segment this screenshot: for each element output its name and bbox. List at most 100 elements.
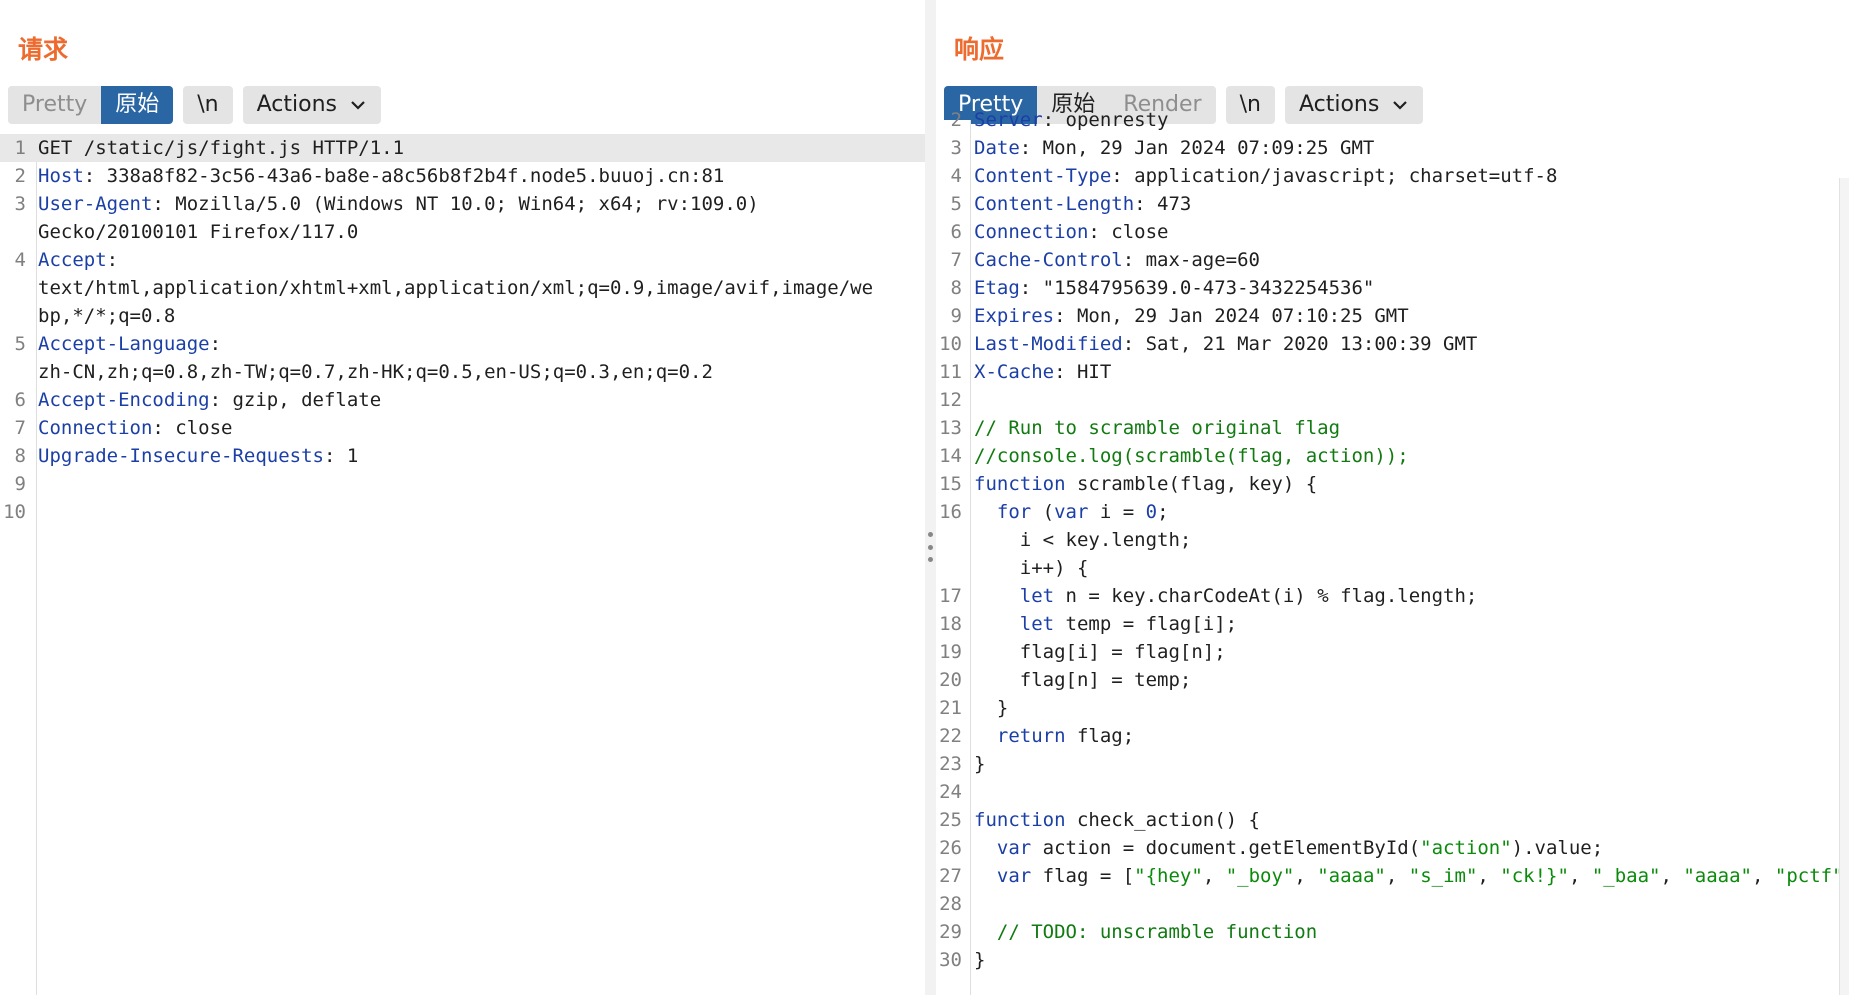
line-number: 21 — [939, 697, 962, 719]
code-token: : close — [1088, 221, 1169, 243]
line-code: //console.log(scramble(flag, action)); — [968, 442, 1409, 470]
line-code: for (var i = 0; — [968, 498, 1169, 526]
code-line: 8 Upgrade-Insecure-Requests: 1 — [0, 442, 925, 470]
line-number: 24 — [939, 781, 962, 803]
pane-splitter[interactable] — [925, 0, 936, 995]
line-code: Content-Type: application/javascript; ch… — [968, 162, 1557, 190]
line-code: flag[i] = flag[n]; — [968, 638, 1226, 666]
line-code: text/html,application/xhtml+xml,applicat… — [32, 274, 873, 302]
code-token: for — [996, 501, 1032, 523]
code-token: , — [1385, 865, 1409, 887]
line-code: X-Cache: HIT — [968, 358, 1111, 386]
code-line: 19 flag[i] = flag[n]; — [936, 638, 1849, 666]
code-token: zh-CN,zh;q=0.8,zh-TW;q=0.7,zh-HK;q=0.5,e… — [38, 361, 713, 383]
code-line: 25 function check_action() { — [936, 806, 1849, 834]
code-token: "{hey" — [1134, 865, 1203, 887]
code-token: flag = [ — [1031, 865, 1135, 887]
code-token: text/html,application/xhtml+xml,applicat… — [38, 277, 874, 299]
code-token: i < key.length; — [974, 529, 1192, 551]
splitter-handle-icon[interactable] — [926, 532, 934, 562]
line-code: return flag; — [968, 722, 1134, 750]
code-line: 3 Date: Mon, 29 Jan 2024 07:09:25 GMT — [936, 134, 1849, 162]
code-token: Server — [974, 109, 1043, 131]
code-token: Accept — [38, 249, 107, 271]
line-code: Last-Modified: Sat, 21 Mar 2020 13:00:39… — [968, 330, 1477, 358]
code-token: let — [1019, 613, 1055, 635]
code-line: 29 // TODO: unscramble function — [936, 918, 1849, 946]
code-line: 10 Last-Modified: Sat, 21 Mar 2020 13:00:… — [936, 330, 1849, 358]
code-token: , — [1202, 865, 1226, 887]
line-number: 26 — [939, 837, 962, 859]
code-token: Connection — [974, 221, 1089, 243]
line-code: Gecko/20100101 Firefox/117.0 — [32, 218, 358, 246]
code-token: , — [1660, 865, 1684, 887]
code-token: Connection — [38, 417, 153, 439]
code-token: ( — [1031, 501, 1055, 523]
code-token: "_boy" — [1225, 865, 1295, 887]
code-line: 20 flag[n] = temp; — [936, 666, 1849, 694]
code-line: 2 Server: openresty — [936, 106, 1849, 134]
code-token: Cache-Control — [974, 249, 1123, 271]
line-code: let n = key.charCodeAt(i) % flag.length; — [968, 582, 1478, 610]
request-actions-button[interactable]: Actions — [242, 86, 381, 124]
request-title: 请求 — [18, 35, 69, 64]
code-token: "pctf" — [1774, 865, 1844, 887]
request-pane: 请求 Pretty 原始 \n Actions 1 GET /static/js/… — [0, 0, 925, 995]
code-token: Etag — [974, 277, 1020, 299]
code-token: Gecko/20100101 Firefox/117.0 — [38, 221, 359, 243]
code-token: : Mon, 29 Jan 2024 07:10:25 GMT — [1054, 305, 1409, 327]
code-token: i++) { — [974, 557, 1089, 579]
code-line: 22 return flag; — [936, 722, 1849, 750]
code-token: n = key.charCodeAt(i) % flag.length; — [1054, 585, 1478, 607]
chevron-down-icon — [351, 101, 365, 110]
code-token: var — [996, 837, 1032, 859]
code-line: 21 } — [936, 694, 1849, 722]
line-number — [0, 218, 32, 246]
code-line: 30} — [936, 946, 1849, 974]
line-code: zh-CN,zh;q=0.8,zh-TW;q=0.7,zh-HK;q=0.5,e… — [32, 358, 713, 386]
code-token: "action" — [1420, 837, 1512, 859]
code-token: Last-Modified — [974, 333, 1123, 355]
code-token: : max-age=60 — [1122, 249, 1260, 271]
line-number — [0, 358, 32, 386]
code-line: 24 — [936, 778, 1849, 806]
line-code: } — [968, 946, 985, 974]
line-number: 2 — [950, 109, 962, 131]
line-code: var action = document.getElementById("ac… — [968, 834, 1603, 862]
response-scrollbar[interactable] — [1839, 178, 1849, 995]
code-token: Accept-Language — [38, 333, 210, 355]
code-token: // Run to scramble original flag — [974, 417, 1341, 439]
response-lines: 2 Server: openresty 3 Date: Mon, 29 Jan 202… — [936, 106, 1849, 974]
line-number — [0, 274, 32, 302]
response-editor[interactable]: 2 Server: openresty 3 Date: Mon, 29 Jan 202… — [936, 109, 1849, 995]
code-token: bp,*/*;q=0.8 — [38, 305, 176, 327]
code-line: zh-CN,zh;q=0.8,zh-TW;q=0.7,zh-HK;q=0.5,e… — [0, 358, 925, 386]
code-token: : application/javascript; charset=utf-8 — [1111, 165, 1558, 187]
line-code: // Run to scramble original flag — [968, 414, 1340, 442]
line-code: i++) { — [968, 554, 1089, 582]
request-editor[interactable]: 1 GET /static/js/fight.js HTTP/1.1 2 Host: … — [0, 134, 925, 995]
line-number: 5 — [950, 193, 962, 215]
code-line: i < key.length; — [936, 526, 1849, 554]
response-pane: 响应 Pretty 原始 Render \n Actions 2 Server: … — [936, 0, 1849, 995]
request-tab-raw[interactable]: 原始 — [101, 86, 174, 124]
request-tab-pretty[interactable]: Pretty — [8, 86, 102, 124]
code-token: Upgrade-Insecure-Requests — [38, 445, 324, 467]
code-line: 13 // Run to scramble original flag — [936, 414, 1849, 442]
code-token: let — [1019, 585, 1055, 607]
request-newline-toggle[interactable]: \n — [183, 86, 233, 124]
line-code: // TODO: unscramble function — [968, 918, 1317, 946]
code-line: 18 let temp = flag[i]; — [936, 610, 1849, 638]
line-code: Accept: — [32, 246, 118, 274]
code-line: 4 Content-Type: application/javascript; c… — [936, 162, 1849, 190]
code-token: } — [974, 949, 986, 971]
line-code: let temp = flag[i]; — [968, 610, 1237, 638]
code-line: 12 — [936, 386, 1849, 414]
code-token: flag; — [1065, 725, 1135, 747]
code-line: text/html,application/xhtml+xml,applicat… — [0, 274, 925, 302]
line-code: Upgrade-Insecure-Requests: 1 — [32, 442, 358, 470]
code-token: : Mozilla/5.0 (Windows NT 10.0; Win64; x… — [152, 193, 759, 215]
